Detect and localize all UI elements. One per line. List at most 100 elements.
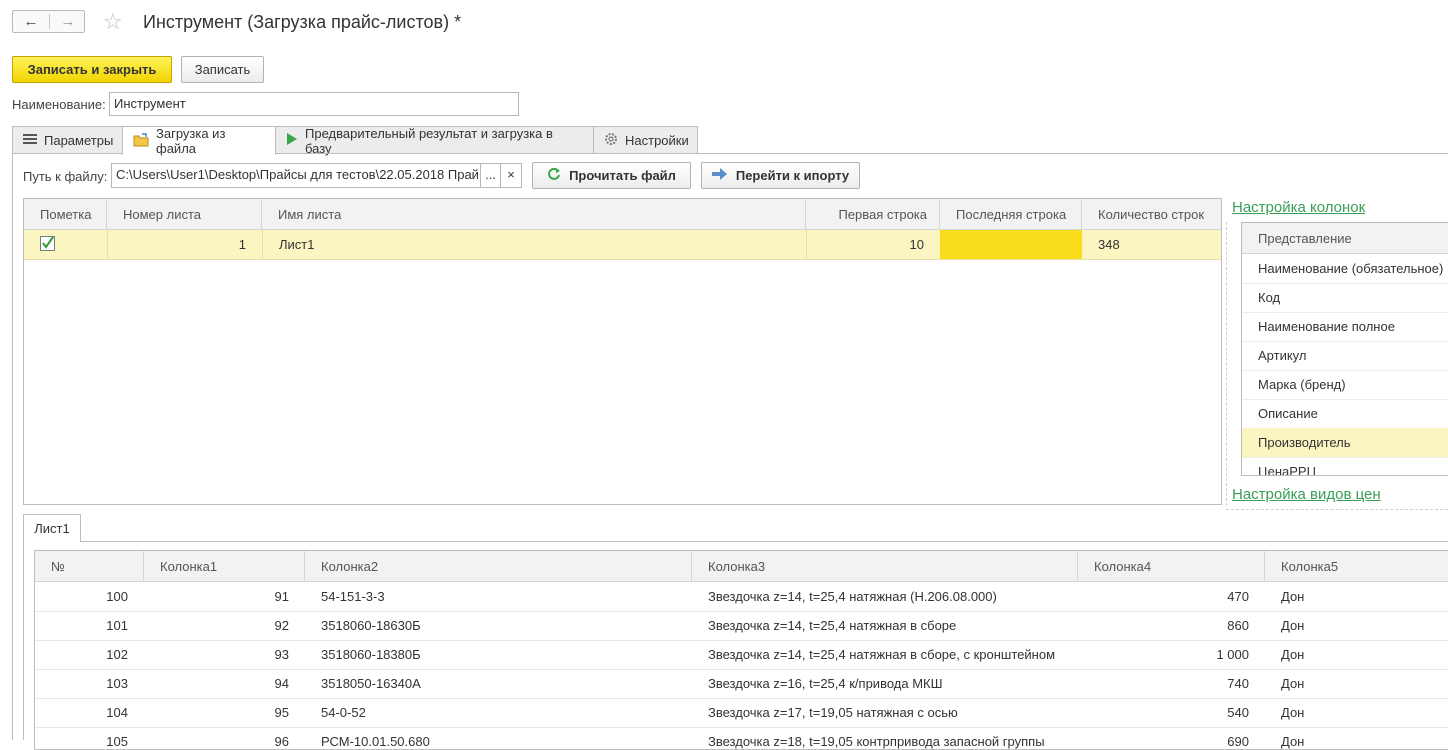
list-item[interactable]: Описание (1242, 399, 1448, 429)
tab-settings[interactable]: Настройки (593, 126, 698, 154)
cell-number: 102 (106, 647, 128, 662)
row-checkbox[interactable] (24, 230, 107, 259)
col-header-first-row[interactable]: Первая строка (806, 199, 940, 229)
col-header-sheet-name[interactable]: Имя листа (262, 199, 806, 229)
list-item[interactable]: Артикул (1242, 341, 1448, 371)
cell-column2: 54-151-3-3 (321, 589, 385, 604)
columns-settings-list: Представление Наименование (обязательное… (1241, 222, 1448, 476)
checkbox-checked-icon (40, 235, 55, 254)
clear-button[interactable]: × (500, 163, 522, 188)
tab-parameters[interactable]: Параметры (12, 126, 123, 154)
cell-last-row[interactable] (940, 230, 1082, 259)
tab-preliminary-result[interactable]: Предварительный результат и загрузка в б… (275, 126, 594, 156)
cell-column1: 91 (274, 589, 289, 604)
table-row[interactable]: 103 94 3518050-16340А Звездочка z=16, t=25,… (35, 669, 1448, 699)
col-header-row-count[interactable]: Количество строк (1082, 199, 1221, 229)
favorite-star-icon[interactable]: ☆ (103, 9, 123, 35)
column-setting-label: Производитель (1258, 435, 1351, 450)
cell-column2: 3518060-18380Б (321, 647, 421, 662)
cell-column2: 3518060-18630Б (321, 618, 421, 633)
play-icon (286, 133, 298, 148)
goto-import-button[interactable]: Перейти к ипорту (701, 162, 860, 189)
browse-button[interactable]: ... (480, 163, 501, 188)
list-item[interactable]: Код (1242, 283, 1448, 313)
forward-arrow-icon: → (60, 13, 76, 30)
tab-load-from-file-label: Загрузка из файла (156, 126, 226, 156)
cell-column1: 96 (274, 734, 289, 749)
read-file-label: Прочитать файл (569, 168, 676, 183)
cell-column1: 94 (274, 676, 289, 691)
cell-number: 103 (106, 676, 128, 691)
col-header-representation[interactable]: Представление (1242, 223, 1448, 253)
col-header-sheet-number[interactable]: Номер листа (107, 199, 262, 229)
sheet-tab-label: Лист1 (34, 521, 70, 536)
cell-column1: 92 (274, 618, 289, 633)
columns-settings-link[interactable]: Настройка колонок (1232, 199, 1365, 216)
cell-sheet-number: 1 (107, 230, 262, 259)
cell-column3: Звездочка z=14, t=25,4 натяжная в сборе (708, 618, 957, 633)
sheets-table: Пометка Номер листа Имя листа Первая стр… (23, 198, 1222, 505)
back-button[interactable]: ← (13, 11, 49, 32)
cell-column3: Звездочка z=18, t=19,05 контрпривода зап… (708, 734, 1045, 749)
table-row[interactable]: 104 95 54-0-52 Звездочка z=17, t=19,05 натя… (35, 698, 1448, 728)
col-header-column5[interactable]: Колонка5 (1265, 551, 1448, 581)
tab-parameters-label: Параметры (44, 133, 114, 148)
forward-button[interactable]: → (50, 11, 86, 32)
cell-column4: 540 (1227, 705, 1249, 720)
column-setting-label: Артикул (1258, 348, 1307, 363)
column-setting-label: Наименование полное (1258, 319, 1395, 334)
cell-number: 101 (106, 618, 128, 633)
table-row[interactable]: 105 96 РСМ-10.01.50.680 Звездочка z=18, t=1… (35, 727, 1448, 749)
cell-column5: Дон (1281, 618, 1305, 633)
refresh-icon (547, 167, 561, 184)
cell-column3: Звездочка z=14, t=25,4 натяжная в сборе,… (708, 647, 1056, 662)
gear-icon (604, 132, 618, 149)
list-item[interactable]: Производитель (1242, 428, 1448, 458)
column-setting-label: Наименование (обязательное) (1258, 261, 1444, 276)
save-button[interactable]: Записать (181, 56, 264, 83)
navigation-buttons: ← → (12, 10, 85, 33)
col-header-column4[interactable]: Колонка4 (1078, 551, 1265, 581)
data-table-header: № Колонка1 Колонка2 Колонка3 Колонка4 Ко… (35, 551, 1448, 582)
cell-number: 105 (106, 734, 128, 749)
cell-column5: Дон (1281, 734, 1305, 749)
cell-column5: Дон (1281, 676, 1305, 691)
table-row[interactable]: 100 91 54-151-3-3 Звездочка z=14, t=25,4 на… (35, 582, 1448, 612)
table-row[interactable]: 101 92 3518060-18630Б Звездочка z=14, t=25,… (35, 611, 1448, 641)
col-header-last-row[interactable]: Последняя строка (940, 199, 1082, 229)
table-row[interactable]: 1 Лист1 10 348 (24, 230, 1221, 260)
cell-sheet-name: Лист1 (262, 230, 806, 259)
sheets-table-header: Пометка Номер листа Имя листа Первая стр… (24, 199, 1221, 230)
cell-number: 104 (106, 705, 128, 720)
columns-list-header: Представление (1242, 223, 1448, 254)
list-item[interactable]: Марка (бренд) (1242, 370, 1448, 400)
folder-icon (133, 132, 149, 150)
col-header-column3[interactable]: Колонка3 (692, 551, 1078, 581)
list-item[interactable]: Наименование (обязательное) (1242, 254, 1448, 284)
name-input[interactable]: Инструмент (109, 92, 519, 116)
file-path-label: Путь к файлу: (23, 169, 108, 184)
list-item[interactable]: Наименование полное (1242, 312, 1448, 342)
col-header-mark[interactable]: Пометка (24, 199, 107, 229)
cell-column4: 470 (1227, 589, 1249, 604)
table-row[interactable]: 102 93 3518060-18380Б Звездочка z=14, t=25,… (35, 640, 1448, 670)
cell-column2: 54-0-52 (321, 705, 366, 720)
read-file-button[interactable]: Прочитать файл (532, 162, 691, 189)
col-header-column2[interactable]: Колонка2 (305, 551, 692, 581)
tab-load-from-file[interactable]: Загрузка из файла (122, 126, 276, 156)
list-item[interactable]: ЦенаРРЦ (1242, 457, 1448, 475)
col-header-number[interactable]: № (35, 551, 144, 581)
col-header-column1[interactable]: Колонка1 (144, 551, 305, 581)
cell-number: 100 (106, 589, 128, 604)
cell-first-row: 10 (806, 230, 940, 259)
cell-column5: Дон (1281, 705, 1305, 720)
name-label: Наименование: (12, 97, 106, 112)
data-table: № Колонка1 Колонка2 Колонка3 Колонка4 Ко… (34, 550, 1448, 750)
settings-divider (1226, 222, 1228, 506)
save-and-close-button[interactable]: Записать и закрыть (12, 56, 172, 83)
cell-column3: Звездочка z=16, t=25,4 к/привода МКШ (708, 676, 943, 691)
sheet-tab-list1[interactable]: Лист1 (23, 514, 81, 542)
price-types-settings-link[interactable]: Настройка видов цен (1232, 486, 1381, 503)
file-path-input[interactable]: C:\Users\User1\Desktop\Прайсы для тестов… (111, 163, 481, 188)
cell-column2: 3518050-16340А (321, 676, 421, 691)
